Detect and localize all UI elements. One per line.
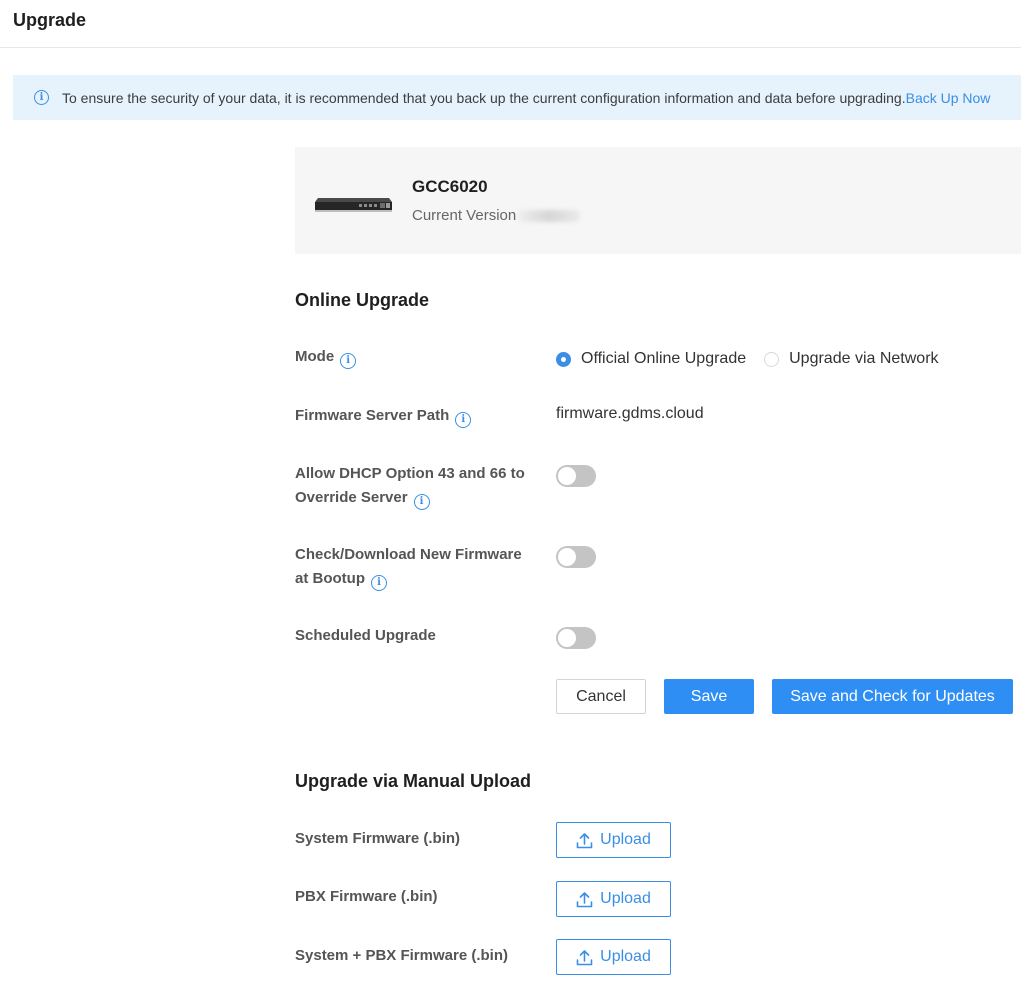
upload-system-firmware-button[interactable]: Upload	[556, 822, 671, 858]
radio-label: Official Online Upgrade	[581, 350, 747, 367]
system-firmware-label: System Firmware (.bin)	[295, 830, 461, 847]
upload-icon	[576, 891, 593, 907]
upload-icon	[576, 832, 593, 848]
current-version: Current Version	[412, 207, 581, 224]
upload-label: Upload	[600, 831, 651, 848]
save-button[interactable]: Save	[664, 679, 754, 714]
device-image	[315, 198, 392, 212]
bootup-label-line2: at Bootup	[295, 570, 365, 587]
info-icon[interactable]: i	[340, 353, 357, 369]
mode-radio-group: Official Online Upgrade Upgrade via Netw…	[556, 348, 957, 370]
radio-checked-icon[interactable]	[556, 351, 571, 367]
bootup-check-toggle[interactable]	[556, 546, 596, 568]
radio-upgrade-via-network[interactable]: Upgrade via Network	[764, 350, 939, 368]
radio-official-online-upgrade[interactable]: Official Online Upgrade	[556, 350, 746, 368]
page-title: Upgrade	[13, 10, 87, 30]
firmware-server-path-value: firmware.gdms.cloud	[556, 405, 704, 422]
upload-system-pbx-firmware-button[interactable]: Upload	[556, 939, 671, 975]
info-icon[interactable]: i	[370, 575, 387, 591]
back-up-now-link[interactable]: Back Up Now	[906, 90, 991, 106]
upload-pbx-firmware-button[interactable]: Upload	[556, 881, 671, 917]
cancel-button[interactable]: Cancel	[556, 679, 646, 714]
bootup-check-label: Check/Download New Firmware at Bootup i	[295, 543, 550, 591]
dhcp-label-line1: Allow DHCP Option 43 and 66 to	[295, 465, 525, 482]
notice-text: To ensure the security of your data, it …	[62, 89, 906, 106]
firmware-server-path-label-text: Firmware Server Path	[295, 407, 450, 424]
scheduled-upgrade-toggle[interactable]	[556, 627, 596, 649]
info-icon: i	[34, 90, 49, 105]
info-icon[interactable]: i	[413, 494, 430, 510]
dhcp-override-toggle[interactable]	[556, 465, 596, 487]
upload-label: Upload	[600, 890, 651, 907]
current-version-label: Current Version	[412, 207, 517, 224]
radio-label: Upgrade via Network	[789, 350, 939, 367]
manual-upload-title: Upgrade via Manual Upload	[295, 771, 532, 791]
firmware-server-path-label: Firmware Server Path i	[295, 404, 550, 428]
pbx-firmware-label: PBX Firmware (.bin)	[295, 888, 438, 905]
radio-unchecked-icon[interactable]	[764, 351, 780, 367]
mode-label-text: Mode	[295, 348, 335, 365]
mode-label: Mode i	[295, 345, 550, 369]
upload-label: Upload	[600, 948, 651, 965]
device-model: GCC6020	[412, 177, 488, 196]
page-header: Upgrade	[0, 0, 1021, 48]
save-and-check-button[interactable]: Save and Check for Updates	[772, 679, 1013, 714]
dhcp-label-line2: Override Server	[295, 489, 408, 506]
system-pbx-firmware-label: System + PBX Firmware (.bin)	[295, 947, 508, 964]
version-value-redacted	[518, 210, 581, 223]
upload-icon	[576, 949, 593, 965]
bootup-label-line1: Check/Download New Firmware	[295, 546, 522, 563]
backup-notice-banner: i To ensure the security of your data, i…	[13, 75, 1021, 120]
device-card: GCC6020 Current Version	[295, 147, 1021, 254]
online-upgrade-title: Online Upgrade	[295, 290, 430, 310]
scheduled-upgrade-label: Scheduled Upgrade	[295, 627, 436, 644]
dhcp-override-label: Allow DHCP Option 43 and 66 to Override S…	[295, 462, 550, 510]
info-icon[interactable]: i	[455, 412, 472, 428]
